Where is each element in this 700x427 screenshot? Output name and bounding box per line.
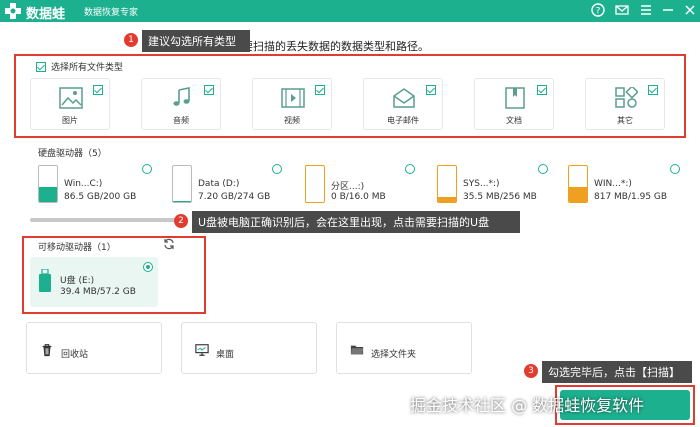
- location-recycle-bin[interactable]: 回收站: [26, 322, 162, 374]
- drive-radio[interactable]: [670, 164, 680, 174]
- drive-radio[interactable]: [538, 164, 548, 174]
- usb-drive-icon: [39, 269, 51, 292]
- app-logo-icon: [5, 3, 21, 19]
- file-type-other[interactable]: 其它: [585, 78, 665, 130]
- minimize-icon[interactable]: [660, 3, 676, 21]
- file-type-audio[interactable]: 音频: [141, 78, 221, 130]
- location-label: 选择文件夹: [371, 350, 417, 360]
- svg-text:?: ?: [596, 7, 601, 17]
- drive-icon: [172, 165, 192, 203]
- drive-item[interactable]: WIN...*:) 817 MB/1.95 GB: [568, 165, 680, 205]
- drive-icon: [38, 165, 58, 203]
- document-icon: [505, 87, 525, 109]
- drive-radio[interactable]: [405, 164, 415, 174]
- title-bar: 数据蛙 数据恢复专家 ?: [0, 0, 700, 22]
- drive-item[interactable]: Win...C:) 86.5 GB/200 GB: [38, 165, 150, 205]
- video-icon: [281, 88, 305, 108]
- callout-1: 建议勾选所有类型: [142, 30, 250, 52]
- folder-icon: [350, 345, 364, 355]
- drive-radio[interactable]: [272, 164, 282, 174]
- desktop-icon: [195, 344, 209, 356]
- app-subtitle: 数据恢复专家: [84, 8, 139, 18]
- drive-icon: [437, 165, 457, 203]
- removable-drives-title: 可移动驱动器（1）: [38, 243, 116, 253]
- file-type-label: 其它: [617, 116, 633, 125]
- drive-size: 35.5 MB/256 MB: [463, 192, 537, 202]
- watermark: 掘金技术社区 @ 数据蛙恢复软件: [410, 396, 645, 415]
- file-type-document[interactable]: 文档: [474, 78, 554, 130]
- step-2-badge: 2: [174, 214, 188, 228]
- drive-name: Win...C:): [64, 179, 103, 189]
- step-1-badge: 1: [124, 33, 138, 47]
- file-type-checkbox[interactable]: [537, 85, 547, 95]
- refresh-icon[interactable]: [163, 238, 175, 250]
- drive-usage-fill: [39, 186, 57, 202]
- file-type-label: 视频: [284, 116, 300, 125]
- mail-icon[interactable]: [614, 3, 630, 21]
- drive-item[interactable]: SYS...*:) 35.5 MB/256 MB: [437, 165, 549, 205]
- page-heading: 选择要扫描的丢失数据的数据类型和路径。: [220, 40, 429, 53]
- location-desktop[interactable]: 桌面: [181, 322, 317, 374]
- select-all-checkbox[interactable]: [36, 61, 46, 72]
- drive-icon: [305, 165, 325, 203]
- menu-icon[interactable]: [638, 3, 654, 21]
- callout-2: U盘被电脑正确识别后，会在这里出现，点击需要扫描的U盘: [192, 211, 520, 233]
- location-label: 桌面: [216, 350, 235, 360]
- audio-icon: [173, 87, 190, 106]
- hard-drives-title: 硬盘驱动器（5）: [38, 149, 107, 159]
- help-icon[interactable]: ?: [590, 3, 606, 21]
- drive-item[interactable]: Data (D:) 7.20 GB/274 GB: [172, 165, 284, 205]
- file-type-video[interactable]: 视频: [252, 78, 332, 130]
- image-icon: [59, 87, 83, 109]
- drive-usage-fill: [173, 200, 191, 202]
- drive-name: Data (D:): [198, 179, 240, 189]
- other-icon: [615, 87, 638, 108]
- drive-size: 0 B/16.0 MB: [331, 192, 386, 202]
- file-type-label: 文档: [506, 116, 522, 125]
- file-type-image[interactable]: 图片: [30, 78, 110, 130]
- drive-size: 7.20 GB/274 GB: [198, 192, 271, 202]
- close-icon[interactable]: [682, 3, 698, 21]
- drive-name: SYS...*:): [463, 179, 500, 189]
- drive-item[interactable]: 分区...:) 0 B/16.0 MB: [305, 165, 417, 205]
- file-type-label: 图片: [62, 116, 78, 125]
- select-all-types[interactable]: 选择所有文件类型: [36, 60, 123, 73]
- drive-icon: [568, 165, 588, 203]
- callout-3: 勾选完毕后，点击【扫描】: [542, 361, 692, 383]
- usb-drive-card[interactable]: U盘 (E:) 39.4 MB/57.2 GB: [30, 257, 158, 307]
- usb-drive-name: U盘 (E:): [60, 276, 95, 286]
- drive-usage-fill: [438, 196, 456, 202]
- usb-drive-radio[interactable]: [143, 262, 153, 272]
- horizontal-scrollbar[interactable]: [30, 218, 178, 222]
- drive-radio[interactable]: [142, 164, 152, 174]
- recycle-bin-icon: [42, 344, 52, 357]
- select-all-label: 选择所有文件类型: [51, 63, 124, 73]
- drive-usage-fill: [569, 187, 587, 202]
- location-select-folder[interactable]: 选择文件夹: [336, 322, 472, 374]
- file-type-checkbox[interactable]: [315, 85, 325, 95]
- file-type-label: 电子邮件: [387, 116, 419, 125]
- file-type-label: 音频: [173, 116, 189, 125]
- email-icon: [393, 88, 415, 108]
- drive-size: 86.5 GB/200 GB: [64, 192, 137, 202]
- drive-size: 817 MB/1.95 GB: [594, 192, 668, 202]
- drive-name: 分区...:): [331, 182, 365, 192]
- app-name: 数据蛙: [26, 7, 66, 22]
- location-label: 回收站: [61, 350, 89, 360]
- file-type-checkbox[interactable]: [426, 85, 436, 95]
- step-3-badge: 3: [524, 364, 538, 378]
- usb-drive-size: 39.4 MB/57.2 GB: [60, 287, 136, 297]
- file-type-checkbox[interactable]: [93, 85, 103, 95]
- file-type-email[interactable]: 电子邮件: [363, 78, 443, 130]
- drive-name: WIN...*:): [594, 179, 632, 189]
- file-type-checkbox[interactable]: [204, 85, 214, 95]
- file-type-checkbox[interactable]: [648, 85, 658, 95]
